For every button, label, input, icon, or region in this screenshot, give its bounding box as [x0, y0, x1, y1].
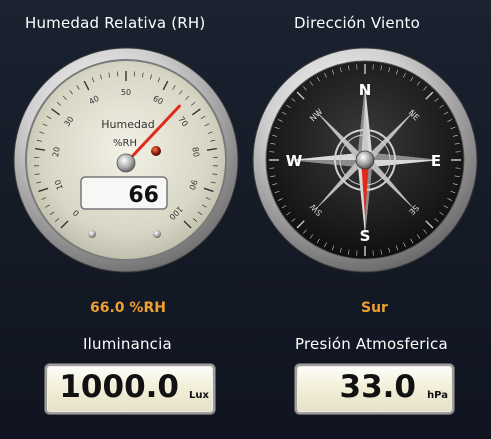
gauge-label-unit: %RH: [113, 138, 137, 149]
pressure-value: 33.0: [339, 369, 417, 405]
compass-south: S: [360, 227, 371, 245]
compass-west: W: [286, 152, 303, 170]
wind-direction-title: Dirección Viento: [294, 14, 420, 32]
pressure-display: 33.0 hPa: [295, 364, 454, 414]
illuminance-value: 1000.0: [59, 369, 179, 405]
illuminance-title: Iluminancia: [83, 335, 172, 353]
humidity-reading: 66.0 %RH: [90, 300, 166, 316]
alarm-led-icon: [151, 146, 161, 156]
compass-east: E: [431, 152, 441, 170]
pressure-title: Presión Atmosferica: [295, 335, 448, 353]
humidity-lcd-value: 66: [128, 183, 159, 208]
humidity-title: Humedad Relativa (RH): [25, 14, 206, 32]
max-marker-icon: [153, 230, 161, 238]
compass-north: N: [359, 81, 372, 99]
compass-hub: [355, 150, 375, 170]
illuminance-display: 1000.0 Lux: [45, 364, 215, 414]
illuminance-unit: Lux: [189, 390, 209, 401]
humidity-gauge: 0102030405060708090100 Humedad %RH 66: [13, 47, 239, 273]
gauge-label-humedad: Humedad: [101, 118, 154, 131]
pressure-unit: hPa: [427, 390, 448, 401]
tick-label: 50: [121, 88, 131, 97]
tick-label: 80: [190, 146, 200, 157]
min-marker-icon: [88, 230, 96, 238]
wind-direction-reading: Sur: [361, 300, 388, 316]
needle-hub: [116, 153, 136, 173]
wind-compass: N E S W NE SE SW NW: [252, 47, 478, 273]
tick-label: 20: [51, 146, 61, 157]
